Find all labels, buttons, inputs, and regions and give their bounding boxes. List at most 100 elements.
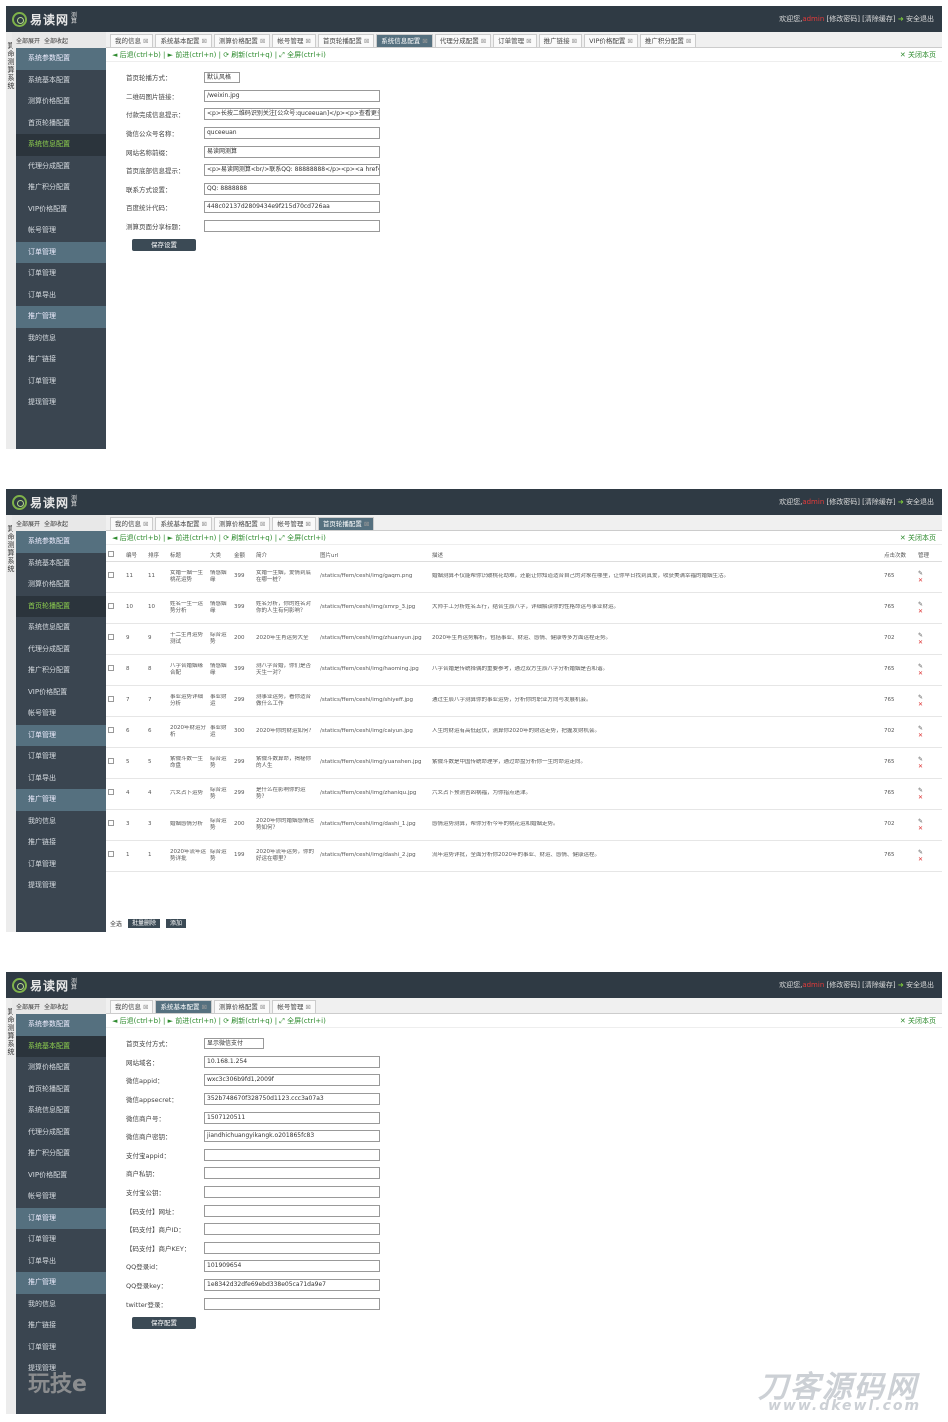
sidebar-item[interactable]: 推广链接 bbox=[16, 1315, 106, 1337]
row-checkbox[interactable] bbox=[108, 789, 114, 795]
edit-icon[interactable]: ✎ bbox=[918, 694, 940, 701]
tab-item[interactable]: VIP价格配置 ⊠ bbox=[584, 34, 638, 47]
row-checkbox[interactable] bbox=[108, 572, 114, 578]
tab-close-icon[interactable]: ⊠ bbox=[572, 37, 577, 45]
expand-all-link[interactable]: 全部展开 bbox=[16, 519, 40, 528]
sidebar-item[interactable]: 订单管理 bbox=[16, 1229, 106, 1251]
sidebar-item[interactable]: VIP价格配置 bbox=[16, 199, 106, 221]
sidebar-group[interactable]: 系统参数配置 bbox=[16, 48, 106, 70]
field-input[interactable]: 10.168.1.254 bbox=[204, 1055, 380, 1068]
field-input[interactable]: 1e8342d32dfe69ebd338e05ca71da9e7 bbox=[204, 1279, 380, 1292]
field-input[interactable]: QQ: 8888888 bbox=[204, 182, 380, 195]
sidebar-item[interactable]: 帐号管理 bbox=[16, 1186, 106, 1208]
tab-item[interactable]: 系统信息配置 ⊠ bbox=[376, 34, 433, 47]
tab-item[interactable]: 我的信息 ⊠ bbox=[110, 34, 154, 47]
save-button[interactable]: 保存配置 bbox=[132, 1316, 196, 1329]
close-page-button[interactable]: ✕ 关闭本页 bbox=[900, 48, 936, 62]
tab-close-icon[interactable]: ⊠ bbox=[260, 520, 265, 528]
sidebar-item[interactable]: 代理分成配置 bbox=[16, 1122, 106, 1144]
delete-icon[interactable]: ✕ bbox=[918, 825, 940, 832]
tab-label[interactable]: 测算价格配置 bbox=[219, 37, 258, 45]
tab-label[interactable]: 首页轮播配置 bbox=[323, 37, 362, 45]
field-input[interactable] bbox=[204, 1223, 380, 1236]
add-button[interactable]: 添加 bbox=[166, 919, 187, 928]
user-links[interactable]: [修改密码] [清除缓存] bbox=[827, 15, 896, 23]
expand-all-link[interactable]: 全部展开 bbox=[16, 36, 40, 45]
sidebar-group[interactable]: 系统参数配置 bbox=[16, 1014, 106, 1036]
collapse-all-link[interactable]: 全部收起 bbox=[44, 1002, 68, 1011]
toolbar-text[interactable]: ◄ 后退(ctrl+b) | ► 前进(ctrl+n) | ⟳ 刷新(ctrl+… bbox=[112, 51, 326, 59]
tab-item[interactable]: 系统基本配置 ⊠ bbox=[155, 517, 212, 530]
field-input[interactable]: /weixin.jpg bbox=[204, 89, 380, 102]
collapse-all-link[interactable]: 全部收起 bbox=[44, 36, 68, 45]
tab-label[interactable]: 帐号管理 bbox=[277, 1003, 303, 1011]
field-input[interactable] bbox=[204, 1148, 380, 1161]
sidebar-item[interactable]: 订单管理 bbox=[16, 854, 106, 876]
field-input[interactable] bbox=[204, 1204, 380, 1217]
tab-item[interactable]: 帐号管理 ⊠ bbox=[272, 1000, 316, 1013]
edit-icon[interactable]: ✎ bbox=[918, 818, 940, 825]
logout-link[interactable]: 安全退出 bbox=[906, 498, 934, 506]
tab-item[interactable]: 测算价格配置 ⊠ bbox=[213, 517, 271, 530]
tab-item[interactable]: 推广积分配置 ⊠ bbox=[639, 34, 697, 47]
sidebar-item[interactable]: 系统基本配置 bbox=[16, 553, 106, 575]
sidebar-item[interactable]: 推广链接 bbox=[16, 832, 106, 854]
field-input[interactable]: quceeuan bbox=[204, 127, 380, 140]
delete-icon[interactable]: ✕ bbox=[918, 701, 940, 708]
sidebar-item[interactable]: 订单管理 bbox=[16, 1337, 106, 1359]
field-input[interactable] bbox=[204, 1241, 380, 1254]
sidebar-item[interactable]: 系统基本配置 bbox=[16, 70, 106, 92]
nav-toolbar[interactable]: ◄ 后退(ctrl+b) | ► 前进(ctrl+n) | ⟳ 刷新(ctrl+… bbox=[106, 48, 942, 62]
sidebar-item[interactable]: 订单管理 bbox=[16, 746, 106, 768]
toolbar-text[interactable]: ◄ 后退(ctrl+b) | ► 前进(ctrl+n) | ⟳ 刷新(ctrl+… bbox=[112, 534, 326, 542]
tab-label[interactable]: VIP价格配置 bbox=[589, 37, 625, 45]
row-checkbox[interactable] bbox=[108, 758, 114, 764]
tab-close-icon[interactable]: ⊠ bbox=[364, 37, 369, 45]
row-checkbox[interactable] bbox=[108, 665, 114, 671]
user-links[interactable]: [修改密码] [清除缓存] bbox=[827, 981, 896, 989]
tab-item[interactable]: 我的信息 ⊠ bbox=[110, 1000, 154, 1013]
tab-label[interactable]: 推广链接 bbox=[544, 37, 570, 45]
expand-all-link[interactable]: 全部展开 bbox=[16, 1002, 40, 1011]
tab-item[interactable]: 帐号管理 ⊠ bbox=[272, 517, 316, 530]
sidebar-group[interactable]: 推广管理 bbox=[16, 306, 106, 328]
edit-icon[interactable]: ✎ bbox=[918, 849, 940, 856]
tab-close-icon[interactable]: ⊠ bbox=[305, 37, 310, 45]
sidebar-item[interactable]: 推广积分配置 bbox=[16, 1143, 106, 1165]
field-input[interactable]: <p>长按二维码识别关注[公众号:quceeuan]</p><p>查看更多测算<… bbox=[204, 108, 380, 121]
tab-item[interactable]: 系统基本配置 ⊠ bbox=[155, 1000, 212, 1013]
tab-item[interactable]: 首页轮播配置 ⊠ bbox=[317, 517, 375, 530]
sidebar-item[interactable]: 推广积分配置 bbox=[16, 660, 106, 682]
sidebar-item[interactable]: 提现管理 bbox=[16, 392, 106, 414]
tab-close-icon[interactable]: ⊠ bbox=[143, 520, 148, 528]
sidebar-group[interactable]: 订单管理 bbox=[16, 241, 106, 263]
sidebar-item[interactable]: 推广链接 bbox=[16, 349, 106, 371]
sidebar-item[interactable]: 代理分成配置 bbox=[16, 156, 106, 178]
edit-icon[interactable]: ✎ bbox=[918, 570, 940, 577]
edit-icon[interactable]: ✎ bbox=[918, 632, 940, 639]
tab-close-icon[interactable]: ⊠ bbox=[143, 1003, 148, 1011]
tab-close-icon[interactable]: ⊠ bbox=[481, 37, 486, 45]
field-input[interactable] bbox=[204, 220, 380, 233]
field-input[interactable]: 101909654 bbox=[204, 1260, 380, 1273]
tab-close-icon[interactable]: ⊠ bbox=[686, 37, 691, 45]
delete-icon[interactable]: ✕ bbox=[918, 856, 940, 863]
save-button[interactable]: 保存设置 bbox=[132, 239, 196, 252]
delete-icon[interactable]: ✕ bbox=[918, 670, 940, 677]
sidebar-item[interactable]: 订单管理 bbox=[16, 371, 106, 393]
sidebar-item[interactable]: VIP价格配置 bbox=[16, 1165, 106, 1187]
field-input[interactable]: 1507120511 bbox=[204, 1111, 380, 1124]
sidebar-item[interactable]: 订单管理 bbox=[16, 263, 106, 285]
row-checkbox[interactable] bbox=[108, 820, 114, 826]
tab-label[interactable]: 系统基本配置 bbox=[160, 520, 199, 528]
tab-label[interactable]: 我的信息 bbox=[115, 1003, 141, 1011]
sidebar-group[interactable]: 订单管理 bbox=[16, 1207, 106, 1229]
tab-close-icon[interactable]: ⊠ bbox=[260, 37, 265, 45]
field-select[interactable]: 显示微信支付 bbox=[204, 1037, 264, 1049]
tab-label[interactable]: 代理分成配置 bbox=[440, 37, 479, 45]
nav-toolbar[interactable]: ◄ 后退(ctrl+b) | ► 前进(ctrl+n) | ⟳ 刷新(ctrl+… bbox=[106, 531, 942, 545]
tab-close-icon[interactable]: ⊠ bbox=[305, 520, 310, 528]
sidebar-item[interactable]: 测算价格配置 bbox=[16, 91, 106, 113]
sidebar-item[interactable]: 系统信息配置 bbox=[16, 617, 106, 639]
sidebar-item[interactable]: 我的信息 bbox=[16, 1294, 106, 1316]
